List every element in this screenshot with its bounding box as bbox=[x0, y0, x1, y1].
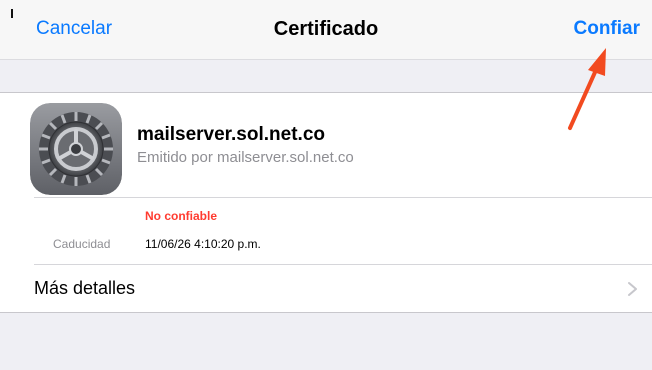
expiration-value: 11/06/26 4:10:20 p.m. bbox=[145, 237, 261, 251]
divider bbox=[34, 197, 652, 198]
settings-gear-icon bbox=[30, 103, 122, 195]
certificate-card: mailserver.sol.net.co Emitido por mailse… bbox=[0, 92, 652, 313]
corner-mark bbox=[11, 9, 13, 18]
more-details-row[interactable]: Más detalles bbox=[0, 265, 652, 313]
chevron-right-icon bbox=[626, 279, 640, 299]
certificate-issuer: Emitido por mailserver.sol.net.co bbox=[137, 149, 354, 166]
expiration-label: Caducidad bbox=[53, 237, 111, 251]
section-spacer bbox=[0, 59, 652, 92]
page-title: Certificado bbox=[273, 18, 379, 40]
certificate-name: mailserver.sol.net.co bbox=[137, 124, 325, 145]
trust-status-label: No confiable bbox=[145, 209, 218, 223]
trust-button[interactable]: Confiar bbox=[574, 18, 641, 40]
navigation-bar: Cancelar Certificado Confiar bbox=[0, 0, 652, 59]
more-details-label: Más detalles bbox=[34, 278, 136, 298]
